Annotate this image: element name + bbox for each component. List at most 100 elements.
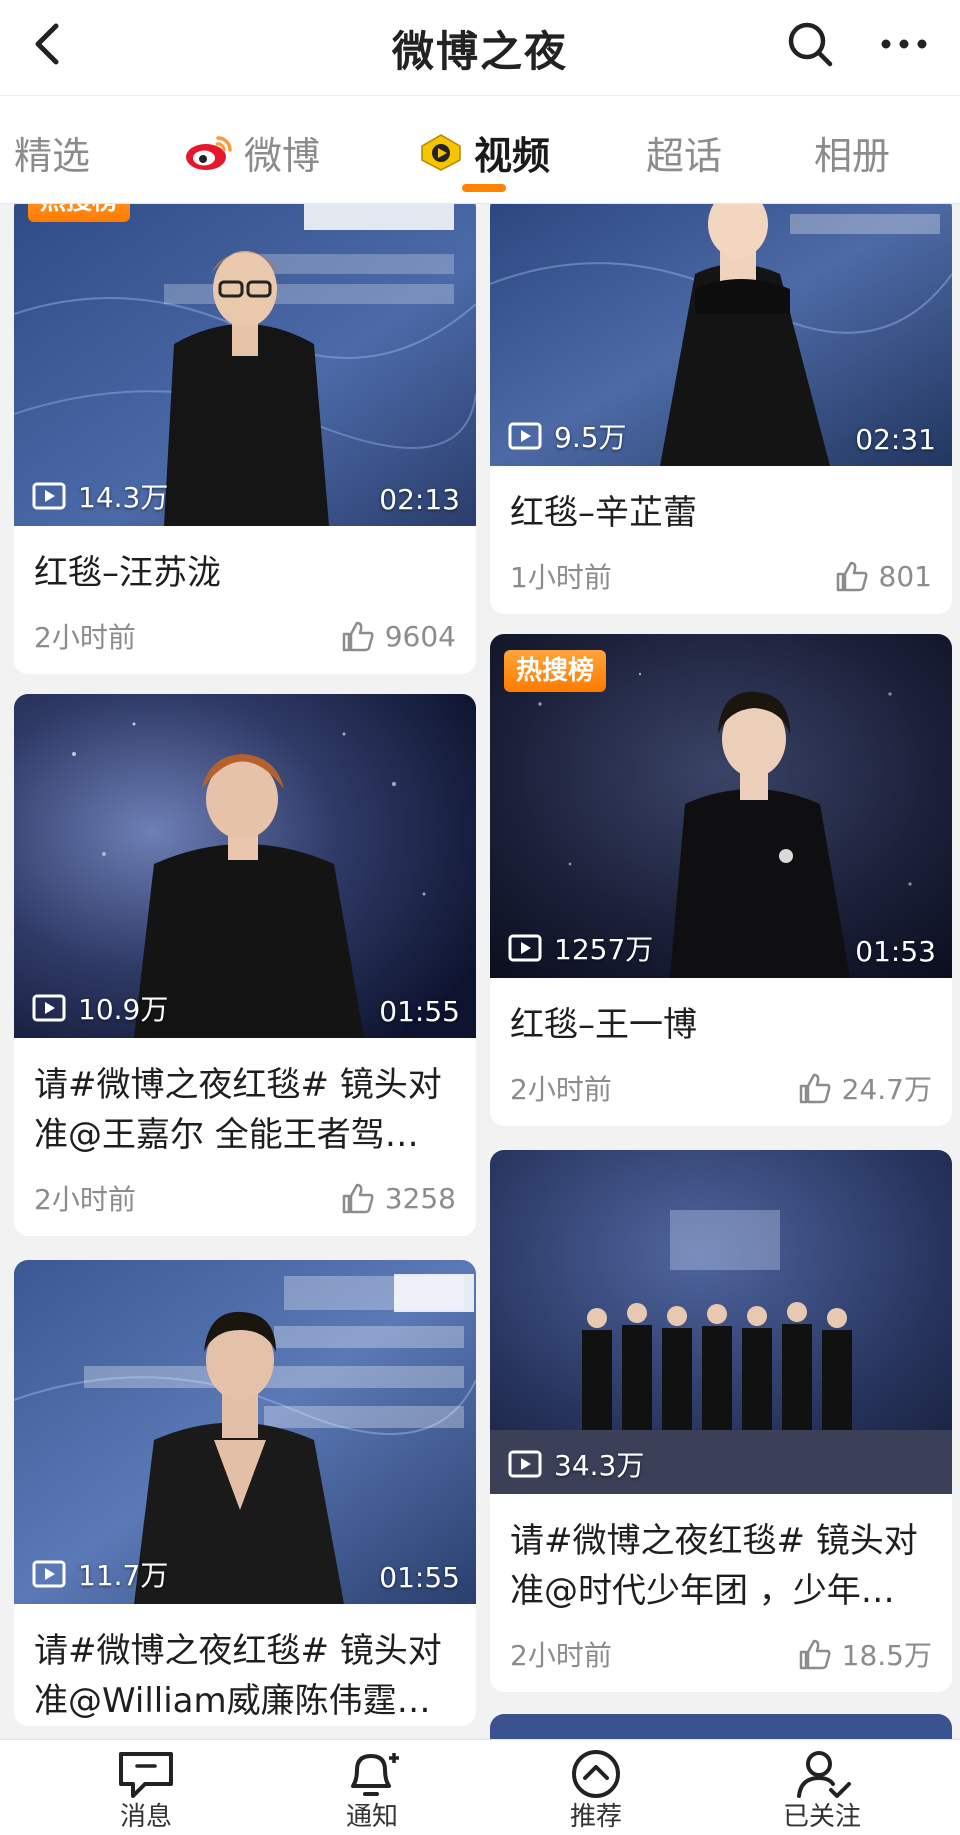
hot-search-badge: 热搜榜 <box>504 650 607 692</box>
nav-label: 已关注 <box>782 1802 861 1832</box>
play-count-value: 14.3万 <box>78 481 169 514</box>
tab-featured[interactable]: 精选 <box>14 124 90 180</box>
video-title[interactable]: 请#微博之夜红毯# 镜头对准@时代少年团 ，少年… <box>490 1494 952 1616</box>
like-count: 24.7万 <box>841 1073 932 1106</box>
play-count: 1257万 <box>508 928 653 968</box>
play-count-value: 10.9万 <box>78 993 169 1026</box>
video-thumbnail[interactable]: 热搜榜 1257万 01:53 <box>490 634 952 978</box>
nav-recommend[interactable]: 推荐 <box>536 1748 656 1835</box>
video-duration: 01:53 <box>855 935 936 968</box>
video-title[interactable]: 请#微博之夜红毯# 镜头对准@William威廉陈伟霆… <box>14 1604 476 1726</box>
video-title[interactable]: 红毯–汪苏泷 <box>14 526 476 598</box>
video-title[interactable]: 红毯–辛芷蕾 <box>490 466 952 538</box>
hot-search-badge: 热搜榜 <box>28 204 131 222</box>
card-meta: 1小时前 801 <box>490 538 952 614</box>
like-button[interactable]: 801 <box>835 560 932 593</box>
play-count: 34.3万 <box>508 1444 644 1484</box>
tab-label: 视频 <box>474 133 551 178</box>
post-time: 2小时前 <box>510 1639 612 1672</box>
video-thumbnail[interactable]: 11.7万 01:55 <box>14 1260 476 1604</box>
card-meta: 2小时前 3258 <box>14 1160 476 1236</box>
card-meta: 2小时前 24.7万 <box>490 1050 952 1126</box>
thumbs-up-icon <box>342 1183 374 1214</box>
search-icon[interactable] <box>782 16 838 72</box>
post-time: 2小时前 <box>34 1183 136 1216</box>
like-count: 9604 <box>384 619 456 653</box>
video-duration: 02:31 <box>855 423 936 456</box>
nav-label: 推荐 <box>569 1802 622 1832</box>
nav-notifications[interactable]: 通知 <box>312 1748 432 1835</box>
nav-label: 消息 <box>119 1802 172 1832</box>
tab-album[interactable]: 相册 <box>814 124 890 180</box>
tab-bar: 精选 微博 视频 超话 相册 <box>0 96 960 204</box>
video-feed[interactable]: 热搜榜 14.3万 02:13 红毯–汪苏泷 2小时前 9604 <box>0 204 960 1739</box>
tab-label: 微博 <box>244 133 321 178</box>
video-thumbnail[interactable]: 热搜榜 14.3万 02:13 <box>14 204 476 526</box>
video-title[interactable]: 请#微博之夜红毯# 镜头对准@王嘉尔 全能王者驾… <box>14 1038 476 1160</box>
thumbs-up-icon <box>799 1073 831 1104</box>
bottom-navigation: 消息 通知 推荐 已关注 <box>0 1739 960 1835</box>
message-icon <box>119 1752 173 1798</box>
video-card[interactable]: 10.9万 01:55 请#微博之夜红毯# 镜头对准@王嘉尔 全能王者驾… 2小… <box>14 694 476 1236</box>
play-count-icon <box>508 934 542 962</box>
card-meta: 2小时前 18.5万 <box>490 1616 952 1692</box>
tab-weibo[interactable]: 微博 <box>184 124 320 180</box>
tab-video[interactable]: 视频 <box>418 124 550 180</box>
play-count-icon <box>508 422 542 450</box>
recommend-icon <box>572 1750 620 1798</box>
play-count-icon <box>508 1450 542 1478</box>
play-count-value: 1257万 <box>554 933 654 966</box>
tab-label: 精选 <box>14 133 91 178</box>
video-card[interactable] <box>490 1714 952 1739</box>
video-duration: 02:13 <box>379 483 460 516</box>
play-count-icon <box>32 994 66 1022</box>
nav-messages[interactable]: 消息 <box>86 1748 206 1835</box>
play-count: 9.5万 <box>508 416 627 456</box>
play-count: 11.7万 <box>32 1554 168 1594</box>
like-count: 3258 <box>384 1181 456 1215</box>
like-button[interactable]: 18.5万 <box>798 1634 932 1674</box>
notification-bell-icon <box>351 1753 399 1796</box>
video-card[interactable]: 11.7万 01:55 请#微博之夜红毯# 镜头对准@William威廉陈伟霆… <box>14 1260 476 1726</box>
tab-label: 相册 <box>814 133 891 178</box>
thumbs-up-icon <box>342 621 374 652</box>
post-time: 2小时前 <box>510 1073 612 1106</box>
play-count-value: 9.5万 <box>554 421 627 454</box>
like-button[interactable]: 24.7万 <box>798 1068 932 1108</box>
video-tab-icon <box>421 134 461 171</box>
like-button[interactable]: 9604 <box>341 620 456 653</box>
video-duration: 01:55 <box>379 1561 460 1594</box>
video-duration: 01:55 <box>379 995 460 1028</box>
active-tab-indicator <box>462 184 506 192</box>
video-thumbnail[interactable]: 10.9万 01:55 <box>14 694 476 1038</box>
card-meta: 2小时前 9604 <box>14 598 476 674</box>
nav-following[interactable]: 已关注 <box>762 1748 882 1835</box>
following-user-icon <box>797 1751 851 1798</box>
video-card[interactable]: 热搜榜 14.3万 02:13 红毯–汪苏泷 2小时前 9604 <box>14 204 476 674</box>
play-count-value: 11.7万 <box>78 1559 169 1592</box>
video-title[interactable]: 红毯–王一博 <box>490 978 952 1050</box>
post-time: 2小时前 <box>34 621 136 654</box>
play-count-value: 34.3万 <box>554 1449 645 1482</box>
video-card[interactable]: 9.5万 02:31 红毯–辛芷蕾 1小时前 801 <box>490 204 952 614</box>
tab-label: 超话 <box>646 133 723 178</box>
video-card[interactable]: 热搜榜 1257万 01:53 红毯–王一博 2小时前 24.7万 <box>490 634 952 1126</box>
nav-label: 通知 <box>345 1802 398 1832</box>
like-button[interactable]: 3258 <box>341 1182 456 1215</box>
play-count: 10.9万 <box>32 988 168 1028</box>
play-count: 14.3万 <box>32 476 168 516</box>
video-thumbnail[interactable]: 9.5万 02:31 <box>490 204 952 466</box>
video-card[interactable]: 34.3万 请#微博之夜红毯# 镜头对准@时代少年团 ，少年… 2小时前 18.… <box>490 1150 952 1692</box>
like-count: 801 <box>878 559 932 593</box>
thumbs-up-icon <box>836 561 868 592</box>
play-count-icon <box>32 482 66 510</box>
more-icon[interactable] <box>876 16 932 72</box>
thumbs-up-icon <box>799 1639 831 1670</box>
tab-super-topic[interactable]: 超话 <box>646 124 722 180</box>
weibo-night-video-screen: 微博之夜 精选 微博 视频 超话 相册 14.3万 02:13 红毯–汪苏泷 2… <box>0 0 960 1835</box>
thumbnail-image <box>490 1150 952 1494</box>
video-thumbnail[interactable]: 34.3万 <box>490 1150 952 1494</box>
thumbnail-image <box>14 1260 476 1604</box>
play-count-icon <box>32 1560 66 1588</box>
like-count: 18.5万 <box>841 1639 932 1672</box>
